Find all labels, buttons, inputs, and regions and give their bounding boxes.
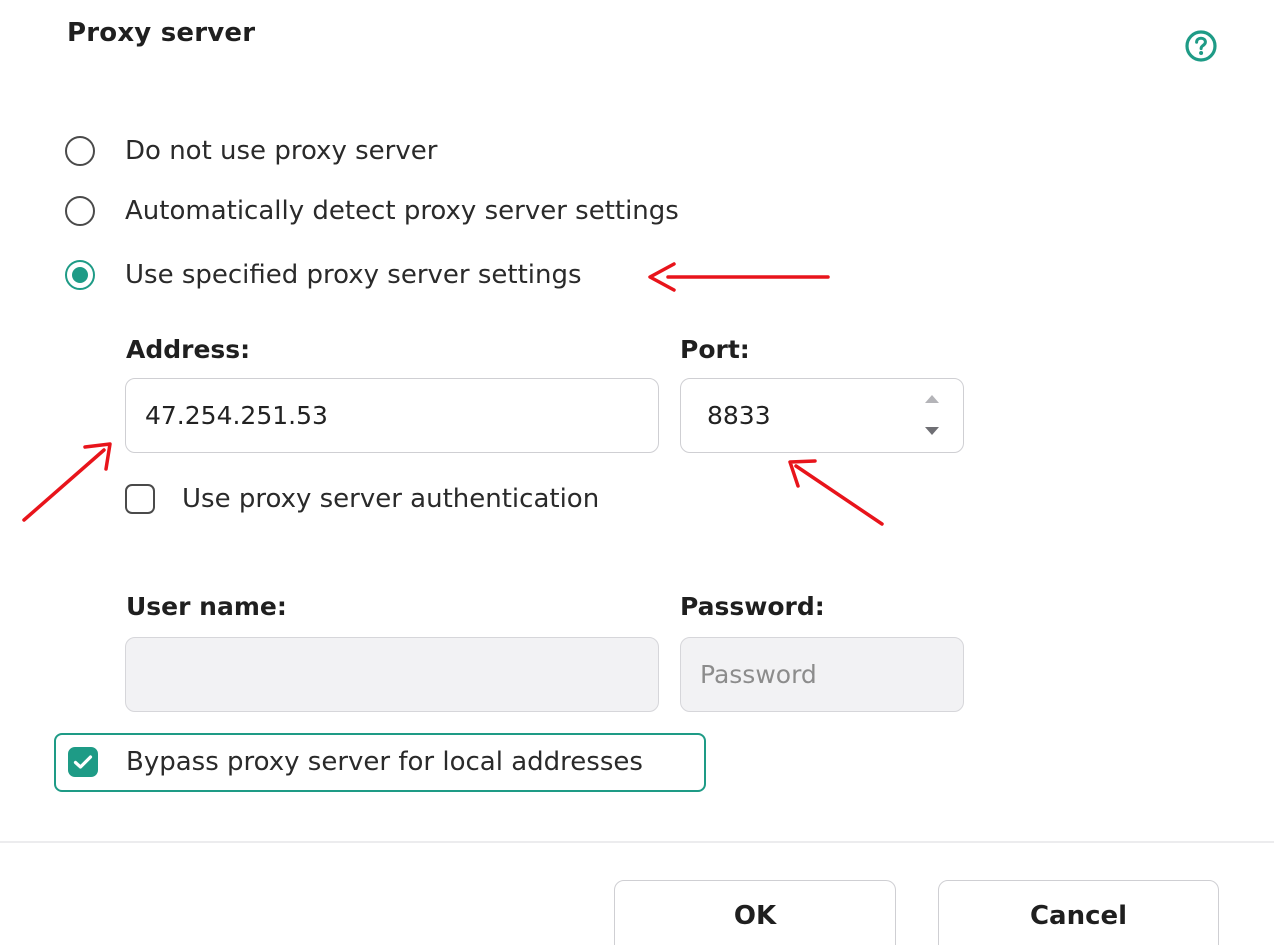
- radio-specified-settings[interactable]: Use specified proxy server settings: [65, 255, 582, 295]
- checkbox-proxy-authentication[interactable]: Use proxy server authentication: [125, 484, 599, 514]
- radio-button[interactable]: [65, 136, 95, 166]
- checkbox-bypass-local[interactable]: Bypass proxy server for local addresses: [68, 747, 643, 777]
- address-input[interactable]: [125, 378, 659, 453]
- checkbox-checked[interactable]: [68, 747, 98, 777]
- radio-label: Do not use proxy server: [125, 136, 438, 166]
- password-input[interactable]: [680, 637, 964, 712]
- port-label: Port:: [680, 335, 750, 364]
- port-input[interactable]: [680, 378, 964, 453]
- port-stepper[interactable]: [680, 378, 964, 453]
- port-increment-button[interactable]: [924, 392, 940, 406]
- annotation-arrow-specified: [648, 262, 830, 292]
- ok-button[interactable]: OK: [614, 880, 896, 945]
- annotation-arrow-port: [788, 459, 884, 526]
- caret-up-icon: [925, 395, 939, 403]
- radio-label: Use specified proxy server settings: [125, 260, 582, 290]
- checkmark-icon: [73, 755, 93, 769]
- footer-divider: [0, 841, 1274, 843]
- radio-auto-detect[interactable]: Automatically detect proxy server settin…: [65, 191, 679, 231]
- caret-down-icon: [925, 427, 939, 435]
- password-label: Password:: [680, 592, 825, 621]
- username-label: User name:: [126, 592, 287, 621]
- proxy-server-dialog: Proxy server Do not use proxy server Aut…: [0, 0, 1274, 945]
- cancel-button[interactable]: Cancel: [938, 880, 1219, 945]
- radio-button[interactable]: [65, 196, 95, 226]
- port-decrement-button[interactable]: [924, 424, 940, 438]
- checkbox-label: Bypass proxy server for local addresses: [126, 747, 643, 777]
- checkbox[interactable]: [125, 484, 155, 514]
- address-label: Address:: [126, 335, 251, 364]
- help-button[interactable]: [1184, 29, 1218, 63]
- radio-no-proxy[interactable]: Do not use proxy server: [65, 131, 437, 171]
- username-input[interactable]: [125, 637, 659, 712]
- radio-button-selected[interactable]: [65, 260, 95, 290]
- annotation-arrow-address: [22, 442, 112, 522]
- question-circle-icon: [1185, 30, 1217, 62]
- radio-label: Automatically detect proxy server settin…: [125, 196, 679, 226]
- checkbox-label: Use proxy server authentication: [182, 484, 600, 514]
- dialog-title: Proxy server: [67, 18, 256, 48]
